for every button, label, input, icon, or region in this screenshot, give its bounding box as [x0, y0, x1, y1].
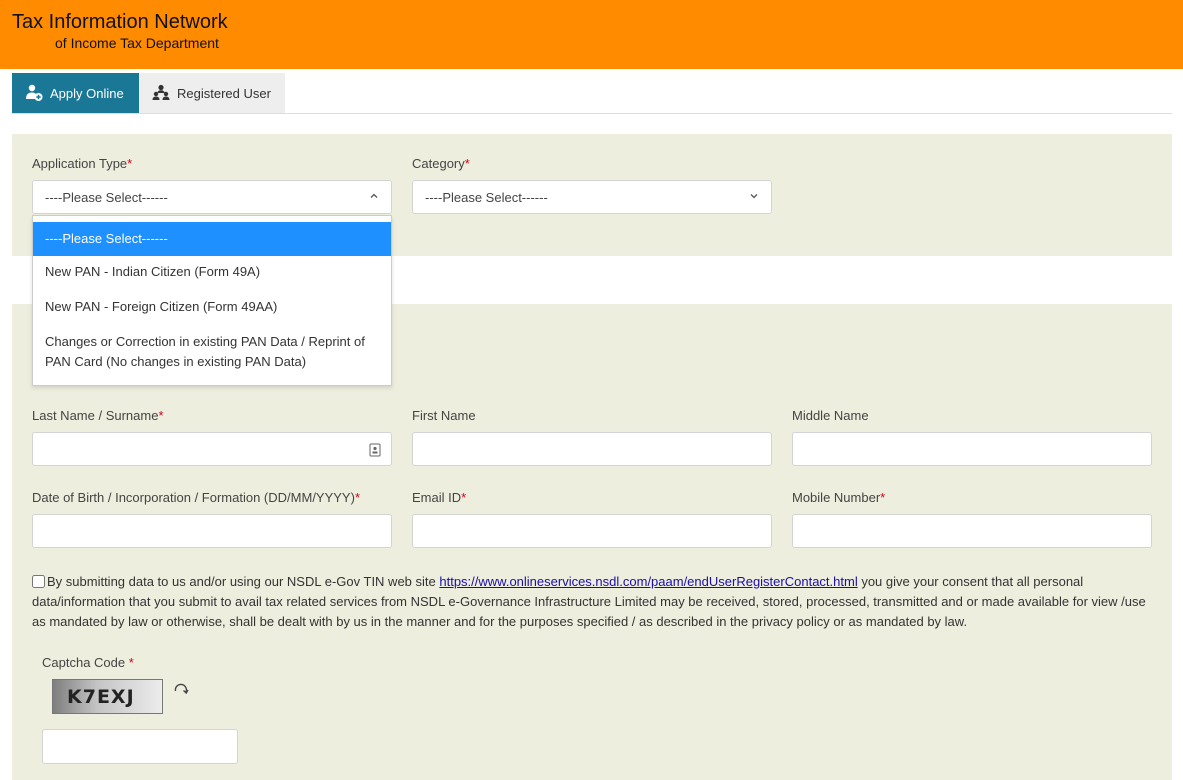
category-label: Category* [412, 156, 470, 171]
application-type-select[interactable]: ----Please Select------ [32, 180, 392, 214]
mobile-input[interactable] [792, 514, 1152, 548]
first-name-input[interactable] [412, 432, 772, 466]
application-type-dropdown: ----Please Select------ New PAN - Indian… [32, 215, 392, 386]
tab-divider [12, 113, 1172, 114]
contact-card-icon [369, 443, 381, 457]
middle-name-input[interactable] [792, 432, 1152, 466]
application-type-value: ----Please Select------ [45, 189, 168, 205]
category-value: ----Please Select------ [425, 189, 548, 205]
last-name-label: Last Name / Surname* [32, 408, 164, 423]
application-type-label: Application Type* [32, 156, 133, 171]
chevron-up-icon [370, 193, 378, 198]
option-changes-correction[interactable]: Changes or Correction in existing PAN Da… [33, 332, 391, 372]
email-label: Email ID* [412, 490, 467, 505]
last-name-input[interactable] [32, 432, 392, 466]
chevron-down-icon [750, 194, 758, 199]
tab-registered-user-label: Registered User [177, 85, 271, 101]
consent-text: By submitting data to us and/or using ou… [32, 574, 1146, 629]
tab-apply-online[interactable]: Apply Online [12, 73, 139, 113]
site-title: Tax Information Network [12, 11, 228, 33]
dob-input[interactable] [32, 514, 392, 548]
captcha-image: K7EXJ [52, 679, 163, 714]
tab-apply-online-label: Apply Online [50, 85, 124, 101]
tab-registered-user[interactable]: Registered User [139, 73, 285, 113]
captcha-label: Captcha Code * [42, 655, 134, 670]
site-subtitle: of Income Tax Department [55, 35, 219, 51]
users-icon [151, 83, 171, 103]
dob-label: Date of Birth / Incorporation / Formatio… [32, 490, 360, 505]
first-name-label: First Name [412, 408, 476, 423]
mobile-label: Mobile Number* [792, 490, 886, 505]
user-add-icon [24, 83, 44, 103]
middle-name-label: Middle Name [792, 408, 869, 423]
refresh-icon[interactable] [172, 682, 190, 698]
email-input[interactable] [412, 514, 772, 548]
consent-checkbox[interactable] [32, 575, 45, 588]
consent-link[interactable]: https://www.onlineservices.nsdl.com/paam… [439, 574, 857, 589]
option-new-pan-foreign[interactable]: New PAN - Foreign Citizen (Form 49AA) [33, 297, 391, 317]
site-header: Tax Information Network of Income Tax De… [0, 0, 1183, 69]
option-please-select[interactable]: ----Please Select------ [33, 222, 391, 256]
option-new-pan-indian[interactable]: New PAN - Indian Citizen (Form 49A) [33, 262, 391, 282]
captcha-input[interactable] [42, 729, 238, 764]
category-select[interactable]: ----Please Select------ [412, 180, 772, 214]
